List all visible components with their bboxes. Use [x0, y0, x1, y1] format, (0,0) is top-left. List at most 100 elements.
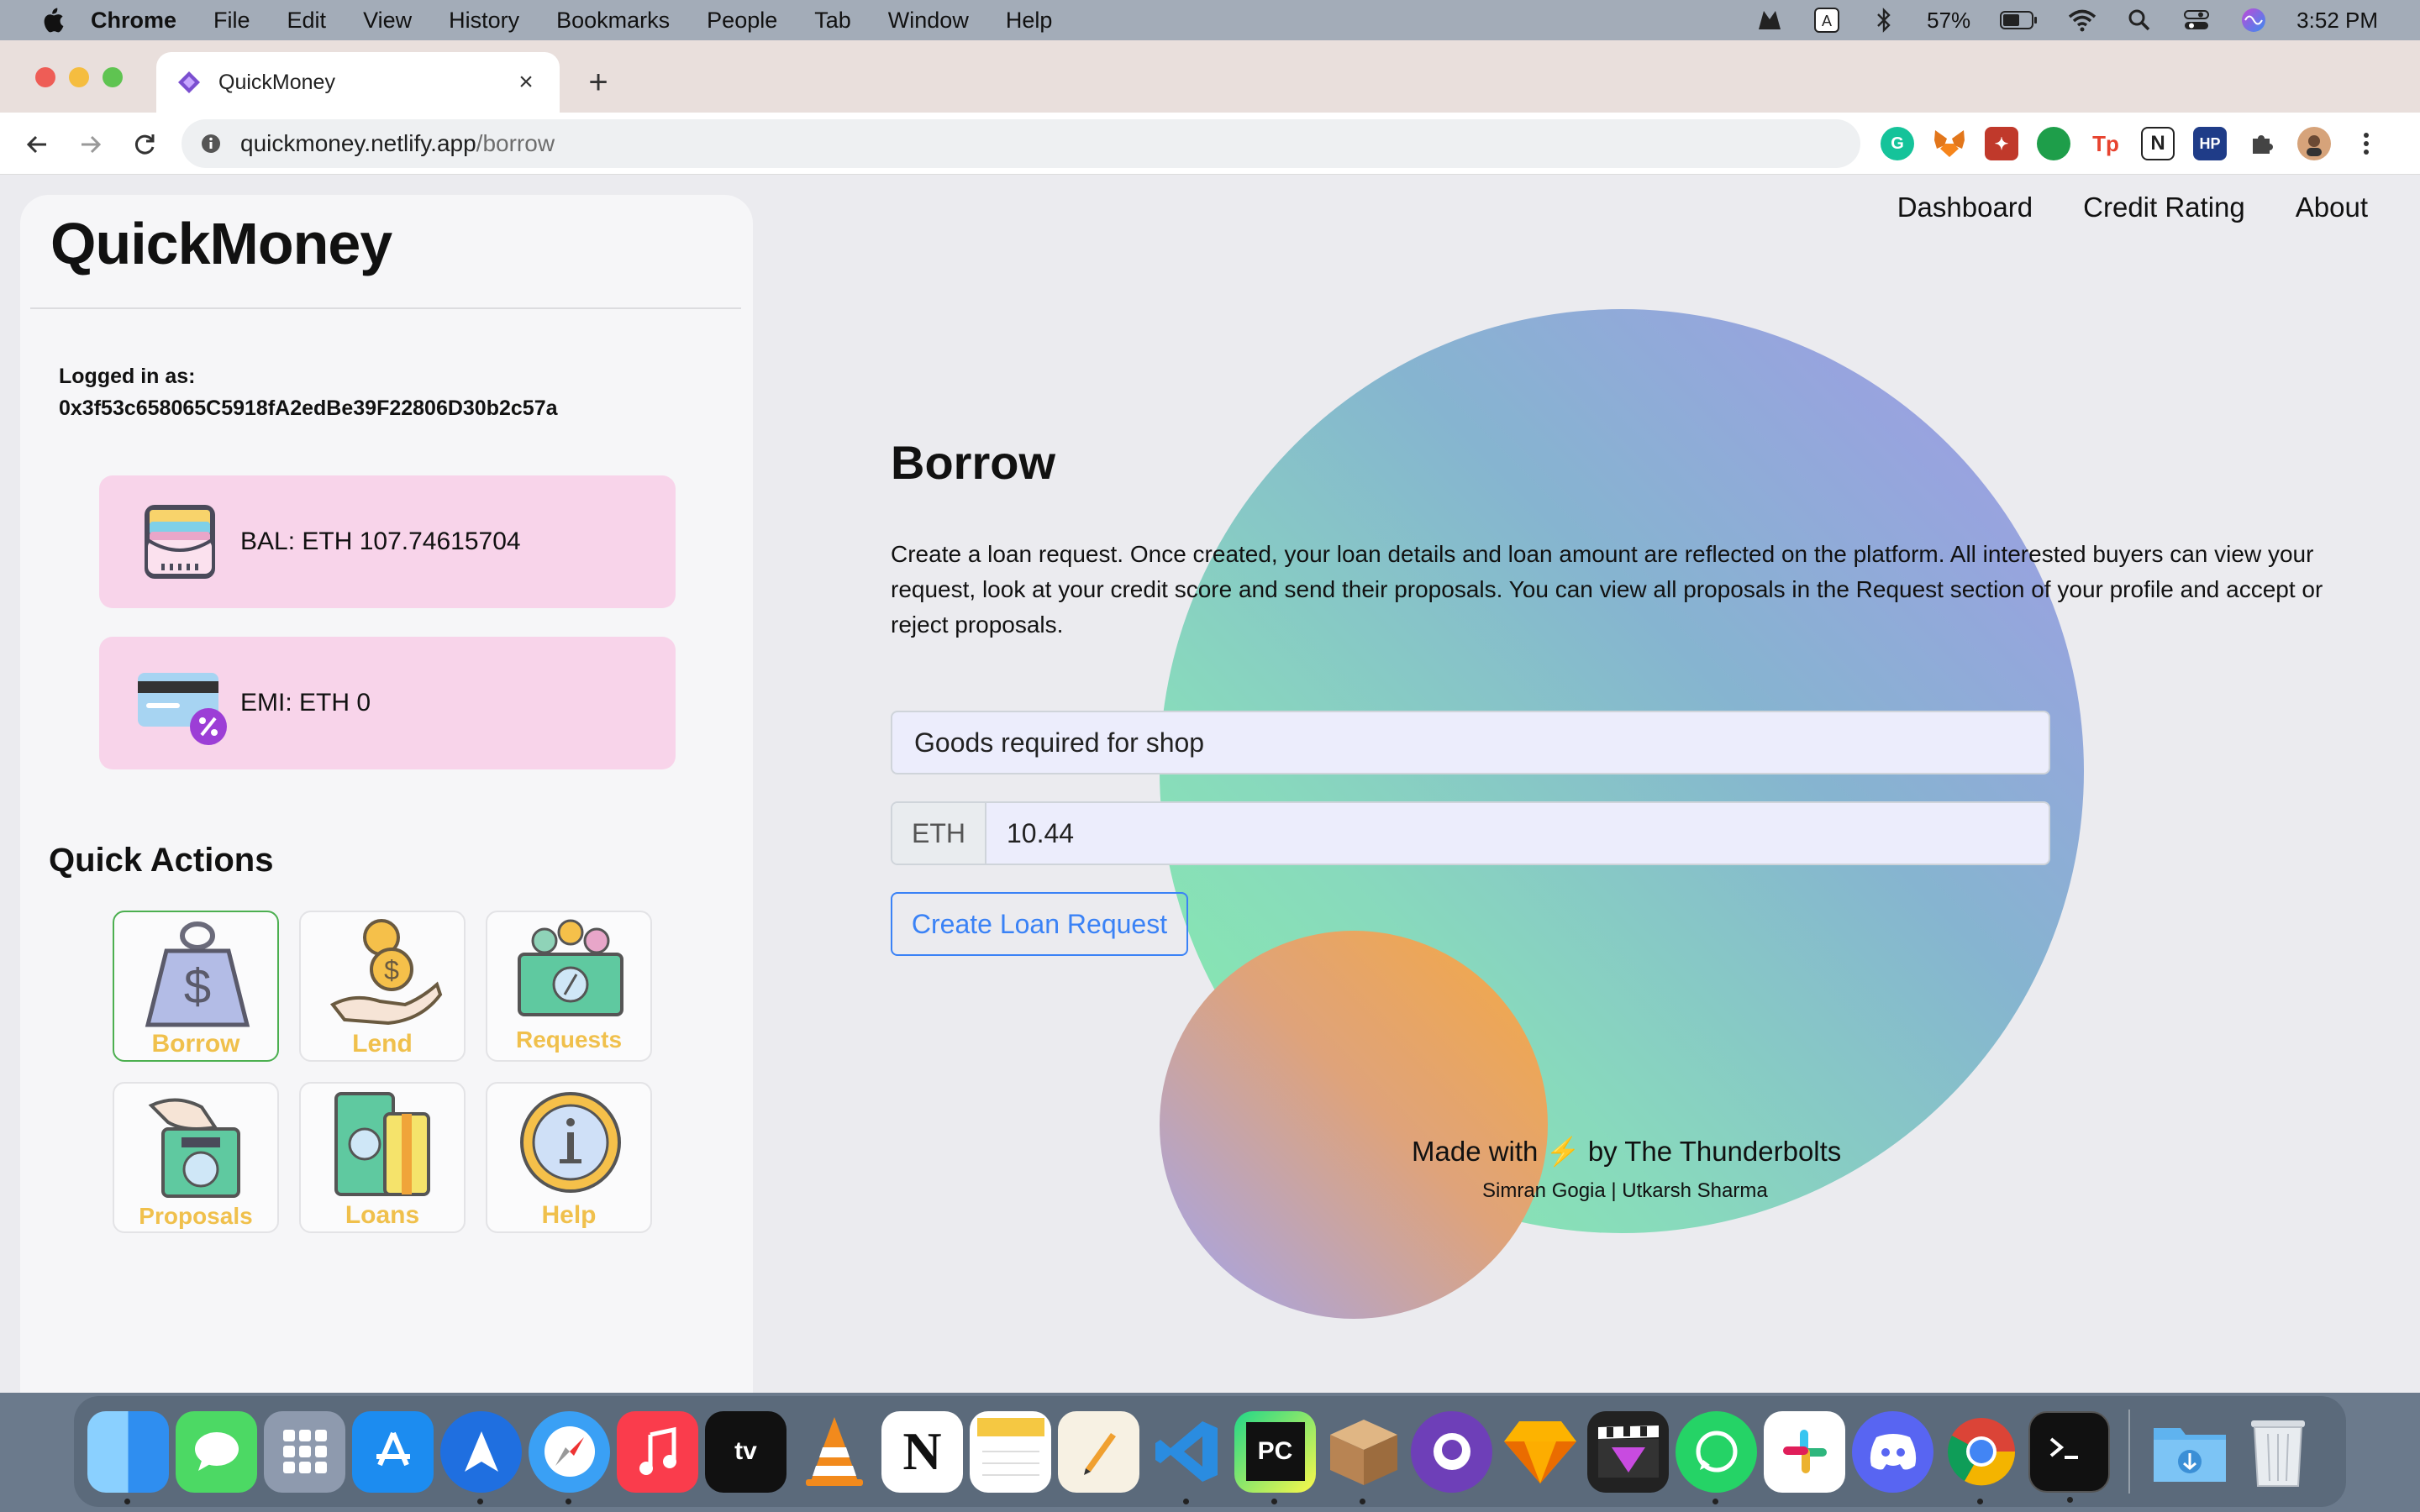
profile-avatar[interactable]: [2297, 127, 2331, 160]
puzzle-icon[interactable]: [2245, 127, 2279, 160]
chat-icon[interactable]: [2037, 127, 2070, 160]
battery-icon[interactable]: [1999, 6, 2039, 34]
credit-card-icon: [138, 661, 227, 745]
browser-toolbar: quickmoney.netlify.app/borrow G ✦ Tp N H…: [0, 113, 2420, 175]
hp-extension-icon[interactable]: HP: [2193, 127, 2227, 160]
menu-window[interactable]: Window: [888, 8, 969, 34]
tp-extension-icon[interactable]: Tp: [2089, 127, 2123, 160]
pages-icon[interactable]: [1058, 1410, 1139, 1493]
quick-action-requests[interactable]: Requests: [486, 911, 652, 1062]
app-store-icon[interactable]: [352, 1410, 434, 1493]
menu-tab[interactable]: Tab: [814, 8, 851, 34]
notion-extension-icon[interactable]: N: [2141, 127, 2175, 160]
quick-action-help[interactable]: Help: [486, 1082, 652, 1233]
trash-icon[interactable]: [2237, 1411, 2318, 1493]
macos-dock: tv N PC: [74, 1396, 2346, 1507]
whatsapp-icon[interactable]: [1676, 1410, 1757, 1504]
reload-icon[interactable]: [128, 128, 161, 161]
new-tab-button[interactable]: +: [581, 66, 615, 99]
finder-icon[interactable]: [87, 1410, 169, 1504]
pycharm-icon[interactable]: PC: [1234, 1410, 1316, 1504]
logged-in-label: Logged in as:: [59, 365, 196, 388]
currency-prefix: ETH: [892, 803, 986, 864]
more-menu-icon[interactable]: [2349, 127, 2383, 160]
launchpad-icon[interactable]: [264, 1410, 345, 1493]
money-bag-weight-icon: $: [134, 917, 260, 1035]
clock[interactable]: 3:52 PM: [2296, 8, 2378, 34]
site-info-icon[interactable]: [200, 133, 222, 155]
slack-icon[interactable]: [1764, 1410, 1845, 1493]
close-tab-icon[interactable]: ×: [513, 68, 539, 97]
nav-about[interactable]: About: [2296, 192, 2368, 223]
sidebar: QuickMoney Logged in as: 0x3f53c658065C5…: [20, 195, 753, 1393]
vlc-icon[interactable]: [793, 1411, 875, 1493]
address-bar[interactable]: quickmoney.netlify.app/borrow: [182, 119, 1860, 168]
wallet-icon: [138, 500, 222, 584]
menu-bookmarks[interactable]: Bookmarks: [556, 8, 670, 34]
forward-arrow-icon[interactable]: [74, 128, 108, 161]
sketch-icon[interactable]: [1499, 1411, 1581, 1493]
create-loan-request-button[interactable]: Create Loan Request: [891, 892, 1188, 956]
loan-purpose-input[interactable]: Goods required for shop: [891, 711, 2050, 774]
vscode-icon[interactable]: [1146, 1411, 1228, 1504]
browser-tab-strip: QuickMoney × +: [0, 40, 2420, 113]
svg-text:$: $: [384, 955, 399, 985]
back-arrow-icon[interactable]: [20, 128, 54, 161]
brand-logo[interactable]: QuickMoney: [50, 210, 392, 277]
quick-action-lend[interactable]: $ Lend: [299, 911, 466, 1062]
topaz-icon[interactable]: [1755, 6, 1784, 34]
menu-history[interactable]: History: [449, 8, 519, 34]
info-icon: [508, 1089, 634, 1206]
apple-tv-icon[interactable]: tv: [705, 1410, 786, 1493]
final-cut-pro-icon[interactable]: [1587, 1410, 1669, 1493]
keka-box-icon[interactable]: [1323, 1411, 1404, 1504]
grammarly-icon[interactable]: G: [1881, 127, 1914, 160]
nav-dashboard[interactable]: Dashboard: [1897, 192, 2033, 223]
wallet-address: 0x3f53c658065C5918fA2edBe39F22806D30b2c5…: [59, 396, 558, 420]
menu-edit[interactable]: Edit: [287, 8, 327, 34]
decorative-gradient-circle-small: [1160, 931, 1548, 1319]
close-window-button[interactable]: [35, 67, 55, 87]
loan-amount-input[interactable]: 10.44: [986, 818, 1074, 849]
menu-help[interactable]: Help: [1006, 8, 1053, 34]
nav-credit-rating[interactable]: Credit Rating: [2083, 192, 2245, 223]
music-icon[interactable]: [617, 1410, 698, 1493]
hand-coin-icon: $: [321, 917, 447, 1035]
menu-app-name[interactable]: Chrome: [91, 8, 176, 34]
discord-icon[interactable]: [1852, 1410, 1933, 1493]
maximize-window-button[interactable]: [103, 67, 123, 87]
spotlight-search-icon[interactable]: [2125, 6, 2154, 34]
messages-icon[interactable]: [176, 1410, 257, 1493]
downloads-folder-icon[interactable]: [2149, 1411, 2230, 1493]
input-source-icon[interactable]: A: [1812, 6, 1841, 34]
menu-view[interactable]: View: [363, 8, 412, 34]
terminal-icon[interactable]: [2028, 1410, 2110, 1503]
quick-action-proposals-label: Proposals: [139, 1203, 253, 1229]
extension-icon[interactable]: ✦: [1985, 127, 2018, 160]
web-page: QuickMoney Logged in as: 0x3f53c658065C5…: [0, 175, 2420, 1393]
notion-icon[interactable]: N: [881, 1410, 963, 1493]
quick-action-proposals[interactable]: Proposals: [113, 1082, 279, 1233]
spark-mail-icon[interactable]: [440, 1410, 522, 1504]
control-center-icon[interactable]: [2182, 6, 2211, 34]
menu-file[interactable]: File: [213, 8, 250, 34]
apple-icon[interactable]: [34, 2, 71, 39]
menu-people[interactable]: People: [707, 8, 777, 34]
chrome-icon[interactable]: [1940, 1411, 2022, 1504]
extensions-bar: G ✦ Tp N HP: [1881, 124, 2383, 163]
tab-title: QuickMoney: [218, 70, 335, 94]
metamask-icon[interactable]: [1933, 127, 1966, 160]
quick-action-lend-label: Lend: [352, 1030, 413, 1058]
quick-action-loans[interactable]: Loans: [299, 1082, 466, 1233]
safari-icon[interactable]: [529, 1410, 610, 1504]
github-desktop-icon[interactable]: [1411, 1410, 1492, 1493]
minimize-window-button[interactable]: [69, 67, 89, 87]
quick-action-borrow[interactable]: $ Borrow: [113, 911, 279, 1062]
bluetooth-icon[interactable]: [1870, 6, 1898, 34]
quick-action-loans-label: Loans: [345, 1201, 420, 1229]
browser-tab-active[interactable]: QuickMoney ×: [156, 52, 560, 113]
siri-icon[interactable]: [2239, 6, 2268, 34]
wifi-icon[interactable]: [2068, 6, 2096, 34]
quick-actions-title: Quick Actions: [49, 842, 274, 879]
notes-icon[interactable]: [970, 1410, 1051, 1493]
